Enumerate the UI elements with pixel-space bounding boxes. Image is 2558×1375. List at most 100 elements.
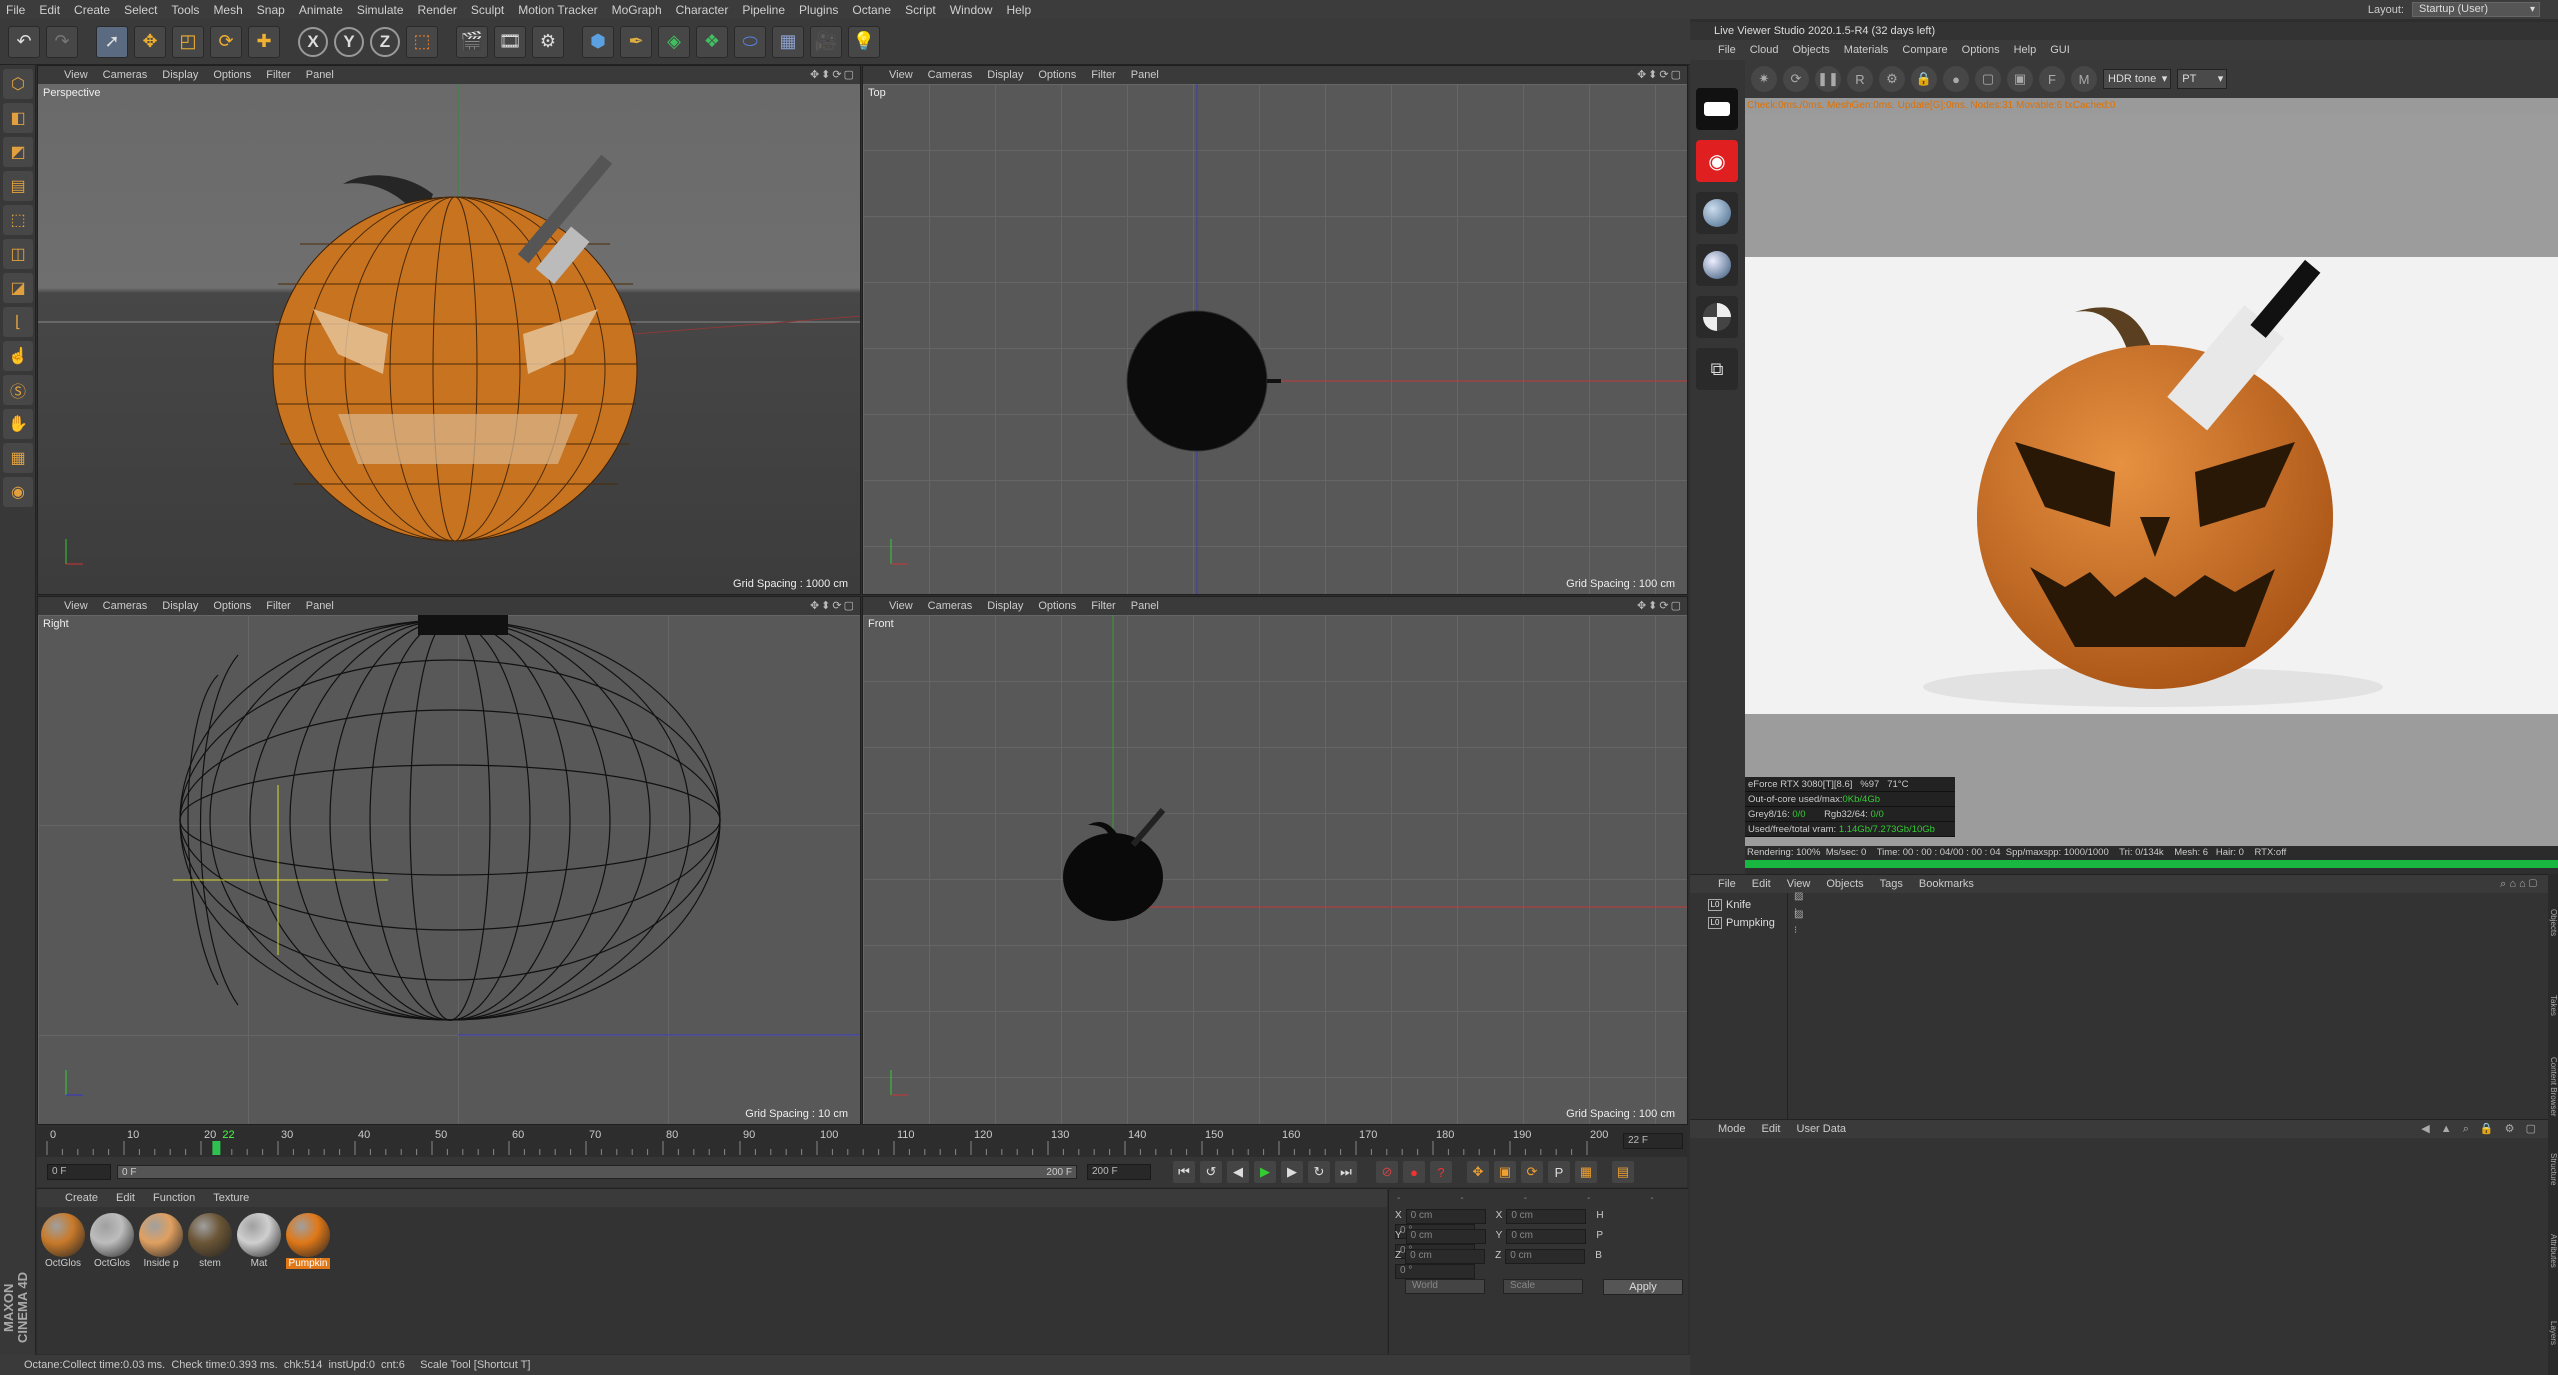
menu-edit[interactable]: Edit [39, 3, 60, 17]
coord-value-field[interactable]: 0 cm [1405, 1209, 1486, 1224]
menu-animate[interactable]: Animate [299, 3, 343, 17]
glossy-preview-icon[interactable] [1696, 244, 1738, 286]
kernel-select[interactable]: PT [2177, 69, 2228, 89]
rotate-icon[interactable]: ⟳ [210, 25, 242, 58]
record-icon[interactable]: ● [1403, 1161, 1425, 1183]
viewport-perspective[interactable]: View Cameras Display Options Filter Panel ✥⬍⟳▢ [37, 65, 861, 595]
render-view-icon[interactable]: 🎬 [456, 25, 488, 58]
object-row[interactable]: L0 Knife ▨ ⁝ [1694, 891, 1803, 918]
attribute-menu-mode[interactable]: Mode [1718, 1123, 1746, 1135]
coord-value-field[interactable]: 0 cm [1405, 1249, 1486, 1264]
lv-pause-icon[interactable]: ❚❚ [1815, 66, 1841, 92]
viewport-nav-icons[interactable]: ✥⬍⟳▢ [810, 68, 856, 81]
attribute-nav-icons[interactable]: ◀ ▲ ⌕ 🔒 ⚙ ▢ [2421, 1122, 2540, 1136]
polygons-mode-icon[interactable]: ◪ [3, 273, 33, 303]
viewport-menu-display[interactable]: Display [162, 69, 198, 81]
perspective-canvas[interactable] [38, 84, 860, 594]
viewport-menu-cameras[interactable]: Cameras [928, 69, 973, 81]
viewport-menu-filter[interactable]: Filter [1091, 69, 1115, 81]
checker-preview-icon[interactable] [1696, 296, 1738, 338]
texture-mode-icon[interactable]: ◩ [3, 137, 33, 167]
scale-icon[interactable]: ◰ [172, 25, 204, 58]
coord-value-field[interactable]: 0 cm [1405, 1229, 1486, 1244]
points-mode-icon[interactable]: ⬚ [3, 205, 33, 235]
y-axis-lock[interactable]: Y [334, 26, 364, 57]
snap-icon[interactable]: Ⓢ [3, 375, 33, 405]
material-swatch[interactable]: Mat [237, 1213, 281, 1269]
viewport-menu-display[interactable]: Display [162, 600, 198, 612]
tone-select[interactable]: HDR tone [2103, 69, 2172, 89]
autokey-icon[interactable]: ? [1430, 1161, 1452, 1183]
material-menu-edit[interactable]: Edit [116, 1192, 135, 1204]
material-swatch[interactable]: stem [188, 1213, 232, 1269]
viewport-menu-display[interactable]: Display [987, 69, 1023, 81]
planar-workplane-icon[interactable]: ◉ [3, 477, 33, 507]
lv-menu-file[interactable]: File [1718, 44, 1736, 56]
cube-icon[interactable]: ⬢ [582, 25, 614, 58]
menu-render[interactable]: Render [418, 3, 457, 17]
object-menu-objects[interactable]: Objects [1826, 878, 1863, 890]
go-to-end-icon[interactable]: ⏭ [1335, 1161, 1357, 1183]
material-swatch[interactable]: Inside p [139, 1213, 183, 1269]
start-frame-field[interactable]: 0 F [47, 1164, 111, 1180]
lv-send-scene-icon[interactable]: ✷ [1751, 66, 1777, 92]
coord-value-field[interactable]: 0 cm [1506, 1229, 1587, 1244]
apply-button[interactable]: Apply [1603, 1279, 1683, 1295]
lv-settings-gear-icon[interactable]: ⚙ [1879, 66, 1905, 92]
viewport-nav-icons[interactable]: ✥⬍⟳▢ [1637, 599, 1683, 612]
model-mode-icon[interactable]: ◧ [3, 103, 33, 133]
viewport-menu-view[interactable]: View [889, 69, 913, 81]
viewport-nav-icons[interactable]: ✥⬍⟳▢ [810, 599, 856, 612]
object-name[interactable]: Pumpking [1726, 915, 1775, 931]
visibility-toggle-icon[interactable]: ▨ ⁝ [1794, 907, 1803, 939]
viewport-menu-filter[interactable]: Filter [1091, 600, 1115, 612]
deformer-icon[interactable]: ⬭ [734, 25, 766, 58]
object-menu-tags[interactable]: Tags [1880, 878, 1903, 890]
menu-help[interactable]: Help [1006, 3, 1031, 17]
side-tab-structure[interactable]: Structure [2548, 1130, 2558, 1208]
previous-frame-icon[interactable]: ◀ [1227, 1161, 1249, 1183]
viewport-menu-options[interactable]: Options [213, 69, 251, 81]
attribute-menu-user-data[interactable]: User Data [1797, 1123, 1847, 1135]
viewport-menu-panel[interactable]: Panel [1131, 69, 1159, 81]
viewport-menu-view[interactable]: View [64, 600, 88, 612]
side-tab-takes[interactable]: Takes [2548, 966, 2558, 1044]
lv-region-icon[interactable]: R [1847, 66, 1873, 92]
object-row[interactable]: L0 Pumpking ▨ ⁝ [1694, 909, 1803, 936]
lv-settings-icon[interactable]: ⧉ [1696, 348, 1738, 390]
key-param-icon[interactable]: P [1548, 1161, 1570, 1183]
play-icon[interactable]: ▶ [1254, 1161, 1276, 1183]
viewport-menu-cameras[interactable]: Cameras [103, 600, 148, 612]
coord-scale-select[interactable]: Scale [1503, 1279, 1583, 1294]
make-editable-icon[interactable]: ⬡ [3, 69, 33, 99]
lv-restart-icon[interactable]: ⟳ [1783, 66, 1809, 92]
camera-icon[interactable]: 🎥 [810, 25, 842, 58]
timeline-window-icon[interactable]: ▤ [1612, 1161, 1634, 1183]
end-frame-field[interactable]: 200 F [1087, 1164, 1151, 1180]
menu-select[interactable]: Select [124, 3, 157, 17]
viewport-nav-icons[interactable]: ✥⬍⟳▢ [1637, 68, 1683, 81]
side-tab-content-browser[interactable]: Content Browser [2548, 1048, 2558, 1126]
lv-menu-cloud[interactable]: Cloud [1750, 44, 1779, 56]
side-tab-attributes[interactable]: Attributes [2548, 1212, 2558, 1290]
material-menu-texture[interactable]: Texture [213, 1192, 249, 1204]
right-canvas[interactable] [38, 615, 860, 1124]
edges-mode-icon[interactable]: ◫ [3, 239, 33, 269]
move-icon[interactable]: ✥ [134, 25, 166, 58]
viewport-menu-panel[interactable]: Panel [306, 69, 334, 81]
menu-mesh[interactable]: Mesh [213, 3, 242, 17]
menu-simulate[interactable]: Simulate [357, 3, 404, 17]
axis-mode-icon[interactable]: ⌊ [3, 307, 33, 337]
material-swatch[interactable]: OctGlos [41, 1213, 85, 1269]
light-icon[interactable]: 💡 [848, 25, 880, 58]
coord-mode-select[interactable]: World [1405, 1279, 1485, 1294]
subdivision-icon[interactable]: ◈ [658, 25, 690, 58]
material-menu-create[interactable]: Create [65, 1192, 98, 1204]
pen-icon[interactable]: ✒ [620, 25, 652, 58]
render-settings-icon[interactable]: ⚙ [532, 25, 564, 58]
undo-icon[interactable]: ↶ [8, 25, 40, 58]
menu-tools[interactable]: Tools [171, 3, 199, 17]
lock-workplane-icon[interactable]: ▦ [3, 443, 33, 473]
viewport-menu-options[interactable]: Options [213, 600, 251, 612]
viewport-menu-panel[interactable]: Panel [1131, 600, 1159, 612]
